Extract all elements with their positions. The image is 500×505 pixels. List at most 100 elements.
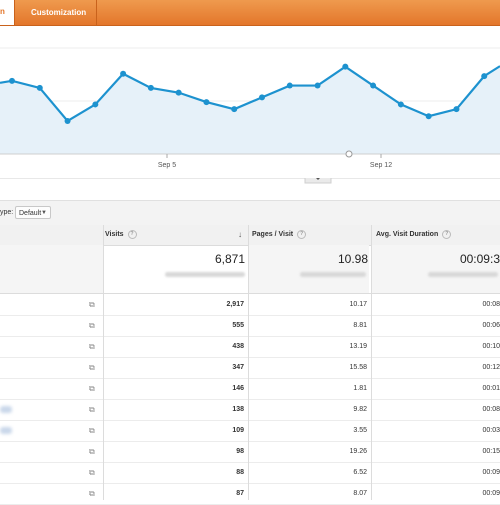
cell-visits: 109	[232, 427, 244, 434]
data-point[interactable]	[370, 82, 377, 89]
data-point[interactable]	[36, 84, 43, 91]
x-tick-label: Sep 12	[370, 162, 392, 169]
cell-avg-duration: 00:09	[482, 490, 500, 497]
column-divider	[248, 225, 249, 500]
tab-explorer-label: n	[0, 7, 5, 16]
column-header-visits-label: Visits	[105, 231, 124, 238]
tab-customization[interactable]: Customization	[15, 0, 102, 25]
data-point[interactable]	[425, 113, 432, 120]
cell-visits: 438	[232, 343, 244, 350]
external-link-icon[interactable]: ⧉	[89, 294, 95, 315]
help-icon[interactable]: ?	[127, 229, 137, 239]
data-point[interactable]	[397, 101, 404, 108]
cell-pages-per-visit: 10.17	[349, 301, 367, 308]
cell-pages-per-visit: 13.19	[349, 343, 367, 350]
data-point[interactable]	[481, 73, 488, 80]
cell-pages-per-visit: 15.58	[349, 364, 367, 371]
data-point[interactable]	[175, 89, 182, 96]
totals-row: 6,871 10.98 00:09:3	[0, 245, 500, 294]
cell-avg-duration: 00:06	[482, 322, 500, 329]
cell-pages-per-visit: 8.07	[353, 490, 367, 497]
report-tab-bar: n Customization	[0, 0, 500, 26]
table-toolbar: ype: Default ▼	[0, 200, 500, 226]
cell-visits: 138	[232, 406, 244, 413]
data-point[interactable]	[120, 70, 127, 77]
external-link-icon[interactable]: ⧉	[89, 441, 95, 462]
table-row[interactable]: ⧉ 146 1.81 00:01	[0, 378, 500, 400]
data-point[interactable]	[231, 106, 238, 113]
table-row[interactable]: ⧉ 555 8.81 00:06	[0, 315, 500, 337]
table-row[interactable]: ⧉ 88 6.52 00:09	[0, 462, 500, 484]
cell-avg-duration: 00:15	[482, 448, 500, 455]
redacted-text	[165, 272, 245, 277]
chevron-down-icon: ▼	[41, 210, 47, 216]
help-icon[interactable]: ?	[297, 229, 307, 239]
column-header-duration-label: Avg. Visit Duration	[376, 231, 439, 238]
column-header-pages-per-visit[interactable]: Pages / Visit?	[252, 225, 307, 245]
cell-pages-per-visit: 8.81	[353, 322, 367, 329]
cell-avg-duration: 00:03	[482, 427, 500, 434]
table-row[interactable]: ⧉ 438 13.19 00:10	[0, 336, 500, 358]
table-row[interactable]: ⧉ 347 15.58 00:12	[0, 357, 500, 379]
redacted-text	[428, 272, 498, 277]
redacted-text	[300, 272, 366, 277]
help-icon[interactable]: ?	[442, 229, 452, 239]
external-link-icon[interactable]: ⧉	[89, 420, 95, 441]
data-point[interactable]	[147, 84, 154, 91]
data-point[interactable]	[314, 82, 321, 89]
table-row[interactable]: ⧉ 109 3.55 00:03	[0, 420, 500, 442]
series-area	[0, 66, 500, 154]
external-link-icon[interactable]: ⧉	[89, 315, 95, 336]
external-link-icon[interactable]: ⧉	[89, 357, 95, 378]
external-link-icon[interactable]: ⧉	[89, 399, 95, 420]
cell-pages-per-visit: 19.26	[349, 448, 367, 455]
cell-pages-per-visit: 6.52	[353, 469, 367, 476]
column-divider	[103, 225, 104, 500]
x-tick-label: Sep 5	[158, 162, 176, 169]
data-point[interactable]	[203, 99, 210, 106]
data-point[interactable]	[64, 117, 71, 124]
visits-line-chart: Sep 5 Sep 12	[0, 47, 500, 169]
column-header-pages-label: Pages / Visit	[252, 231, 294, 238]
cell-avg-duration: 00:01	[482, 385, 500, 392]
data-point[interactable]	[453, 106, 460, 113]
chart-resize-area	[0, 178, 500, 184]
cell-visits: 88	[236, 469, 244, 476]
data-point[interactable]	[92, 101, 99, 108]
cell-visits: 555	[232, 322, 244, 329]
cell-visits: 98	[236, 448, 244, 455]
external-link-icon[interactable]: ⧉	[89, 462, 95, 483]
external-link-icon[interactable]: ⧉	[89, 336, 95, 357]
column-divider	[371, 225, 372, 500]
redacted-row-label	[0, 427, 12, 434]
cell-visits: 2,917	[226, 301, 244, 308]
tab-explorer[interactable]: n	[0, 0, 14, 25]
table-row[interactable]: ⧉ 98 19.26 00:15	[0, 441, 500, 463]
column-header-visits[interactable]: Visits?	[105, 225, 137, 245]
sort-desc-icon[interactable]: ↓	[238, 225, 242, 245]
redacted-row-label	[0, 406, 12, 413]
data-point[interactable]	[342, 63, 349, 70]
totals-visits: 6,871	[214, 252, 245, 266]
table-row[interactable]: ⧉ 138 9.82 00:08	[0, 399, 500, 421]
external-link-icon[interactable]: ⧉	[89, 483, 95, 504]
external-link-icon[interactable]: ⧉	[89, 378, 95, 399]
range-handle[interactable]	[345, 150, 353, 158]
cell-avg-duration: 00:09	[482, 469, 500, 476]
column-header-avg-visit-duration[interactable]: Avg. Visit Duration?	[376, 225, 452, 245]
cell-avg-duration: 00:10	[482, 343, 500, 350]
data-point[interactable]	[9, 77, 15, 84]
cell-avg-duration: 00:08	[482, 406, 500, 413]
totals-pages-per-visit: 10.98	[337, 252, 368, 266]
view-type-dropdown[interactable]: Default ▼	[15, 206, 51, 219]
cell-visits: 87	[236, 490, 244, 497]
chart-type-label: ype:	[0, 209, 14, 216]
table-row[interactable]: ⧉ 2,917 10.17 00:08	[0, 294, 500, 316]
cell-visits: 146	[232, 385, 244, 392]
cell-pages-per-visit: 3.55	[353, 427, 367, 434]
table-row[interactable]: ⧉ 87 8.07 00:09	[0, 483, 500, 505]
cell-avg-duration: 00:12	[482, 364, 500, 371]
cell-pages-per-visit: 9.82	[353, 406, 367, 413]
data-point[interactable]	[286, 82, 293, 89]
data-point[interactable]	[259, 94, 265, 101]
